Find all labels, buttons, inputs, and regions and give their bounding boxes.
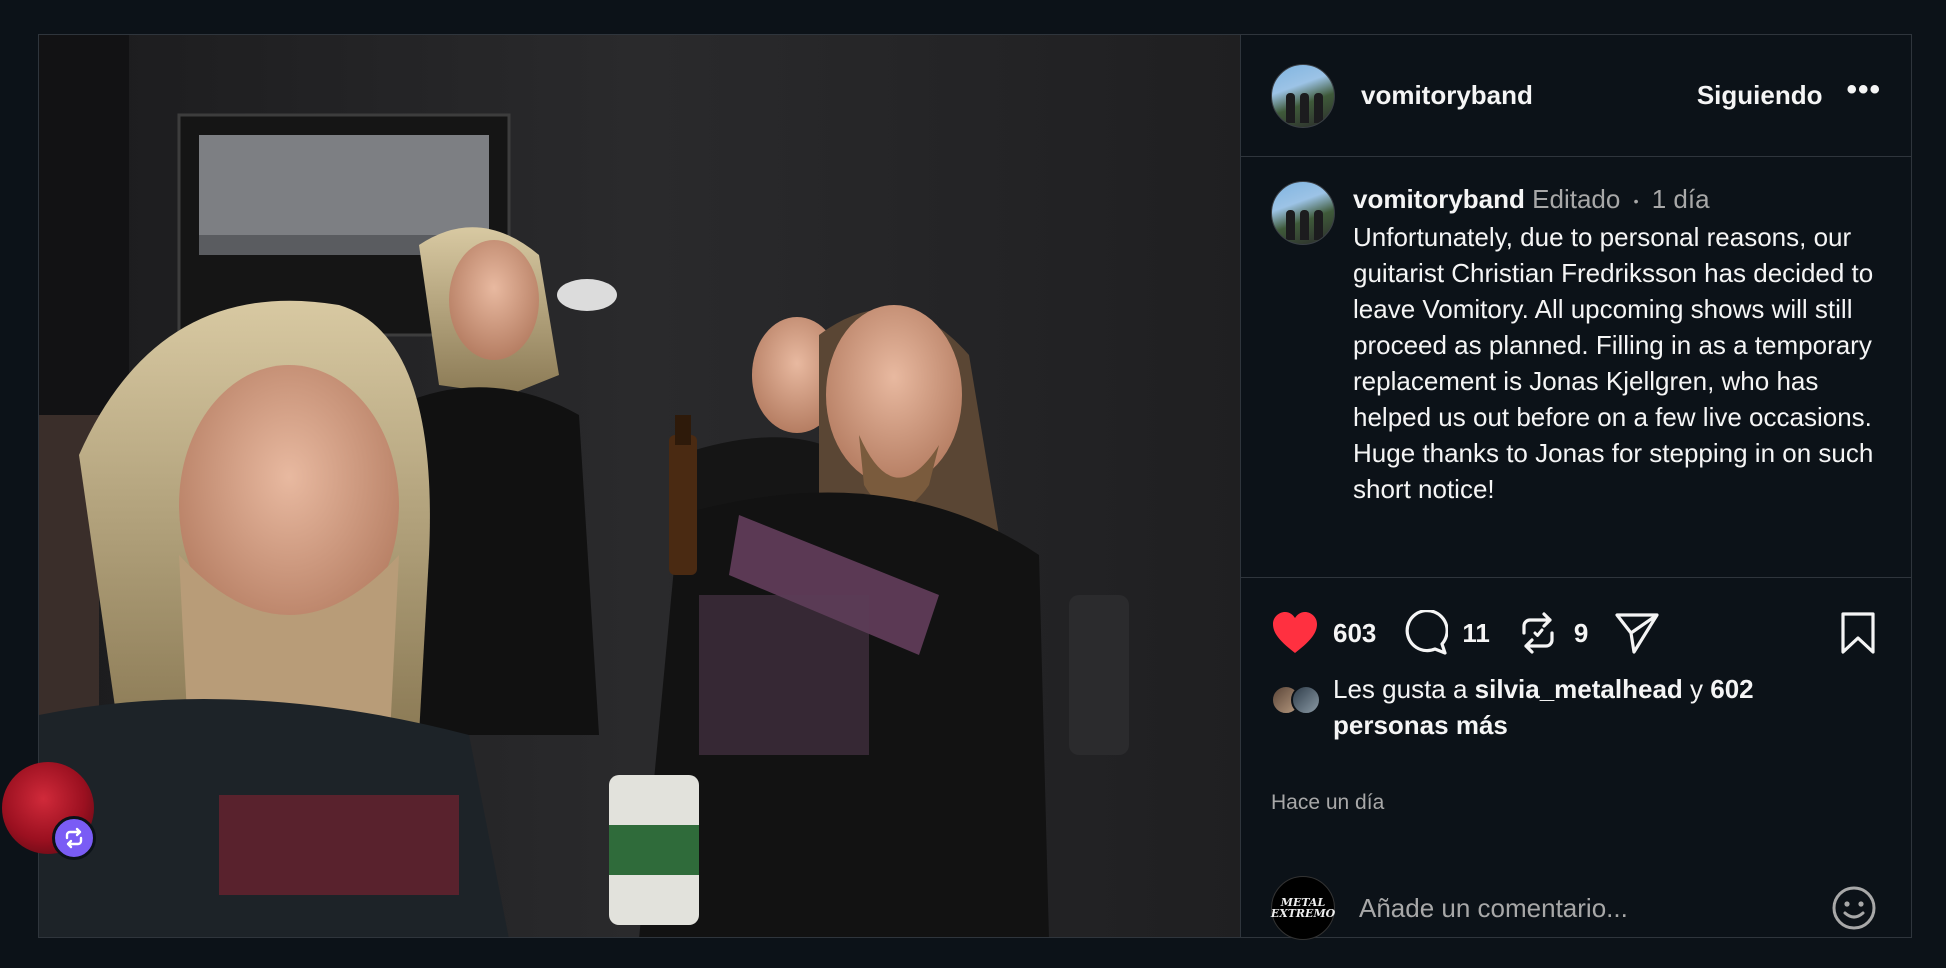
edited-label: Editado	[1532, 184, 1621, 214]
comment-bar: METAL EXTREMO Añade un comentario...	[1271, 875, 1877, 941]
comment-action[interactable]: 11	[1402, 610, 1490, 656]
divider	[1241, 577, 1911, 578]
author-username[interactable]: vomitoryband	[1361, 80, 1533, 111]
repost-icon[interactable]	[1516, 611, 1560, 655]
avatar-text-extremo: EXTREMO	[1270, 907, 1336, 920]
like-action[interactable]: 603	[1271, 611, 1376, 655]
liked-by-user[interactable]: silvia_metalhead	[1475, 674, 1683, 704]
meta-separator: •	[1633, 193, 1639, 210]
post-header: vomitoryband Siguiendo •••	[1241, 35, 1911, 157]
post-side-panel: vomitoryband Siguiendo ••• vomitoryband …	[1241, 35, 1911, 940]
caption-text: Unfortunately, due to personal reasons, …	[1353, 222, 1874, 505]
post-age: 1 día	[1651, 184, 1710, 214]
liked-by-prefix: Les gusta a	[1333, 674, 1468, 704]
post-modal: vomitoryband Siguiendo ••• vomitoryband …	[38, 34, 1912, 940]
comment-icon[interactable]	[1402, 610, 1449, 656]
share-icon[interactable]	[1614, 611, 1660, 655]
current-user-avatar: METAL EXTREMO	[1271, 876, 1335, 940]
repost-action[interactable]: 9	[1516, 611, 1588, 655]
caption-author-avatar[interactable]	[1271, 181, 1335, 245]
comment-input[interactable]: Añade un comentario...	[1359, 893, 1628, 924]
share-action[interactable]	[1614, 611, 1660, 655]
liked-by-connector: y	[1690, 674, 1704, 704]
likes-count[interactable]: 603	[1333, 618, 1376, 649]
band-photo-illustration	[39, 35, 1240, 937]
more-icon[interactable]: •••	[1846, 74, 1881, 105]
caption-body: vomitoryband Editado • 1 día Unfortunate…	[1353, 181, 1881, 507]
emoji-icon[interactable]	[1831, 885, 1877, 931]
liker-avatars[interactable]	[1271, 685, 1321, 715]
author-avatar[interactable]	[1271, 63, 1335, 128]
repost-badge-icon	[65, 827, 83, 849]
heart-icon[interactable]	[1271, 611, 1319, 655]
comments-count[interactable]: 11	[1462, 618, 1490, 649]
post-photo[interactable]	[39, 35, 1241, 937]
save-action[interactable]	[1839, 611, 1877, 655]
liked-by: Les gusta a silvia_metalhead y 602 perso…	[1271, 671, 1851, 743]
bookmark-icon[interactable]	[1839, 611, 1877, 655]
action-bar: 603 11 9	[1271, 605, 1877, 661]
repost-badge[interactable]	[52, 816, 96, 860]
caption-username[interactable]: vomitoryband	[1353, 184, 1525, 214]
following-button[interactable]: Siguiendo	[1697, 80, 1823, 111]
liked-by-text: Les gusta a silvia_metalhead y 602 perso…	[1333, 671, 1851, 743]
post-caption: vomitoryband Editado • 1 día Unfortunate…	[1271, 181, 1881, 507]
reposts-count[interactable]: 9	[1574, 618, 1588, 649]
post-timestamp[interactable]: Hace un día	[1271, 791, 1384, 815]
